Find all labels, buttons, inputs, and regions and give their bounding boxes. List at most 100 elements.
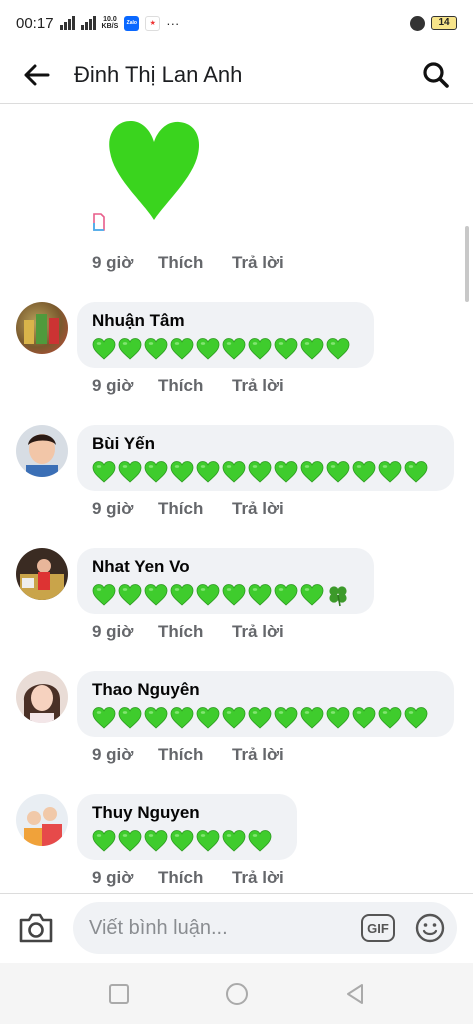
green-heart-icon [222, 338, 246, 360]
reply-button[interactable]: Trả lời [232, 376, 284, 396]
commenter-name[interactable]: Nhat Yen Vo [92, 557, 359, 578]
green-heart-icon [92, 830, 116, 852]
green-heart-icon [274, 584, 298, 606]
commenter-name[interactable]: Thao Nguyên [92, 680, 439, 701]
comment-bubble[interactable]: Thao Nguyên [77, 671, 454, 737]
green-heart-icon [248, 338, 272, 360]
avatar-image [24, 807, 62, 846]
status-time: 00:17 [16, 14, 54, 32]
comment-time: 9 giờ [92, 868, 134, 887]
avatar[interactable] [16, 302, 68, 354]
green-heart-icon [326, 461, 350, 483]
reply-button[interactable]: Trả lời [232, 622, 284, 642]
signal-icon [59, 16, 75, 30]
green-heart-icon [378, 707, 402, 729]
like-button[interactable]: Thích [158, 622, 232, 642]
green-heart-icon [300, 338, 324, 360]
comment-hearts [92, 336, 359, 362]
green-heart-icon [170, 830, 194, 852]
battery-icon: 14 [431, 16, 457, 30]
green-heart-icon [196, 338, 220, 360]
green-heart-sticker[interactable] [104, 118, 204, 224]
green-heart-icon [274, 707, 298, 729]
green-heart-icon [144, 584, 168, 606]
comment-input-pill[interactable]: GIF [73, 902, 457, 954]
green-heart-icon [352, 707, 376, 729]
comment-bubble[interactable]: Nhat Yen Vo [77, 548, 374, 614]
comment-hearts [92, 828, 282, 854]
green-heart-icon [144, 707, 168, 729]
like-button[interactable]: Thích [158, 253, 232, 273]
green-heart-icon [222, 707, 246, 729]
green-heart-icon [196, 584, 220, 606]
like-button[interactable]: Thích [158, 499, 232, 519]
system-nav-bar [0, 963, 473, 1024]
comment-hearts [92, 705, 439, 731]
search-button[interactable] [419, 58, 453, 92]
header: Đinh Thị Lan Anh [0, 46, 473, 104]
avatar[interactable] [16, 794, 68, 846]
green-heart-icon [222, 830, 246, 852]
avatar[interactable] [16, 548, 68, 600]
gif-button[interactable]: GIF [361, 914, 395, 942]
comment-actions: 9 giờ Thích Trả lời [92, 499, 284, 519]
avatar[interactable] [16, 671, 68, 723]
gif-label: GIF [367, 920, 389, 936]
comment-actions: 9 giờ Thích Trả lời [92, 376, 284, 396]
green-heart-icon [118, 338, 142, 360]
green-heart-icon [92, 338, 116, 360]
comment-actions: 9 giờ Thích Trả lời [92, 868, 284, 888]
network-speed-unit: KB/S [101, 23, 119, 30]
commenter-name[interactable]: Bùi Yến [92, 434, 439, 455]
recent-apps-button[interactable] [107, 982, 131, 1006]
comment-bubble[interactable]: Thuy Nguyen [77, 794, 297, 860]
zalo-icon: Zalo [124, 15, 140, 31]
reply-button[interactable]: Trả lời [232, 499, 284, 519]
green-heart-icon [118, 461, 142, 483]
like-button[interactable]: Thích [158, 745, 232, 765]
avatar[interactable] [16, 425, 68, 477]
green-heart-icon [92, 584, 116, 606]
avatar-image [20, 559, 64, 600]
green-heart-icon [144, 338, 168, 360]
green-heart-icon [92, 461, 116, 483]
green-heart-icon [196, 830, 220, 852]
green-heart-icon [300, 461, 324, 483]
comment-time: 9 giờ [92, 253, 134, 272]
avatar-image [26, 434, 58, 477]
home-button[interactable] [225, 982, 249, 1006]
comment-composer: GIF [0, 893, 473, 963]
comment-bubble[interactable]: Bùi Yến [77, 425, 454, 491]
green-heart-icon [170, 461, 194, 483]
comment-input[interactable] [89, 916, 349, 940]
back-nav-button[interactable] [343, 982, 367, 1006]
green-heart-icon [144, 830, 168, 852]
status-bar: 00:17 10.0 KB/S Zalo ★ ··· 14 [0, 0, 473, 46]
comment-time: 9 giờ [92, 376, 134, 395]
camera-button[interactable] [17, 910, 55, 946]
green-heart-icon [300, 584, 324, 606]
like-button[interactable]: Thích [158, 868, 232, 888]
battery-level: 14 [438, 17, 450, 28]
green-heart-icon [196, 707, 220, 729]
reply-button[interactable]: Trả lời [232, 868, 284, 888]
emoji-button[interactable] [415, 913, 445, 943]
like-button[interactable]: Thích [158, 376, 232, 396]
green-heart-icon [118, 830, 142, 852]
back-button[interactable] [0, 46, 74, 104]
green-heart-icon [170, 707, 194, 729]
app-notification-icon: ★ [145, 15, 161, 31]
alarm-icon [410, 15, 425, 31]
commenter-name[interactable]: Thuy Nguyen [92, 803, 282, 824]
green-heart-icon [378, 461, 402, 483]
green-heart-icon [274, 338, 298, 360]
reply-button[interactable]: Trả lời [232, 253, 284, 273]
comment-bubble[interactable]: Nhuận Tâm [77, 302, 374, 368]
commenter-name[interactable]: Nhuận Tâm [92, 311, 359, 332]
green-heart-icon [274, 461, 298, 483]
scrollbar[interactable] [465, 226, 469, 302]
reply-button[interactable]: Trả lời [232, 745, 284, 765]
green-heart-icon [118, 707, 142, 729]
green-heart-icon [222, 584, 246, 606]
comment-hearts [92, 582, 359, 608]
